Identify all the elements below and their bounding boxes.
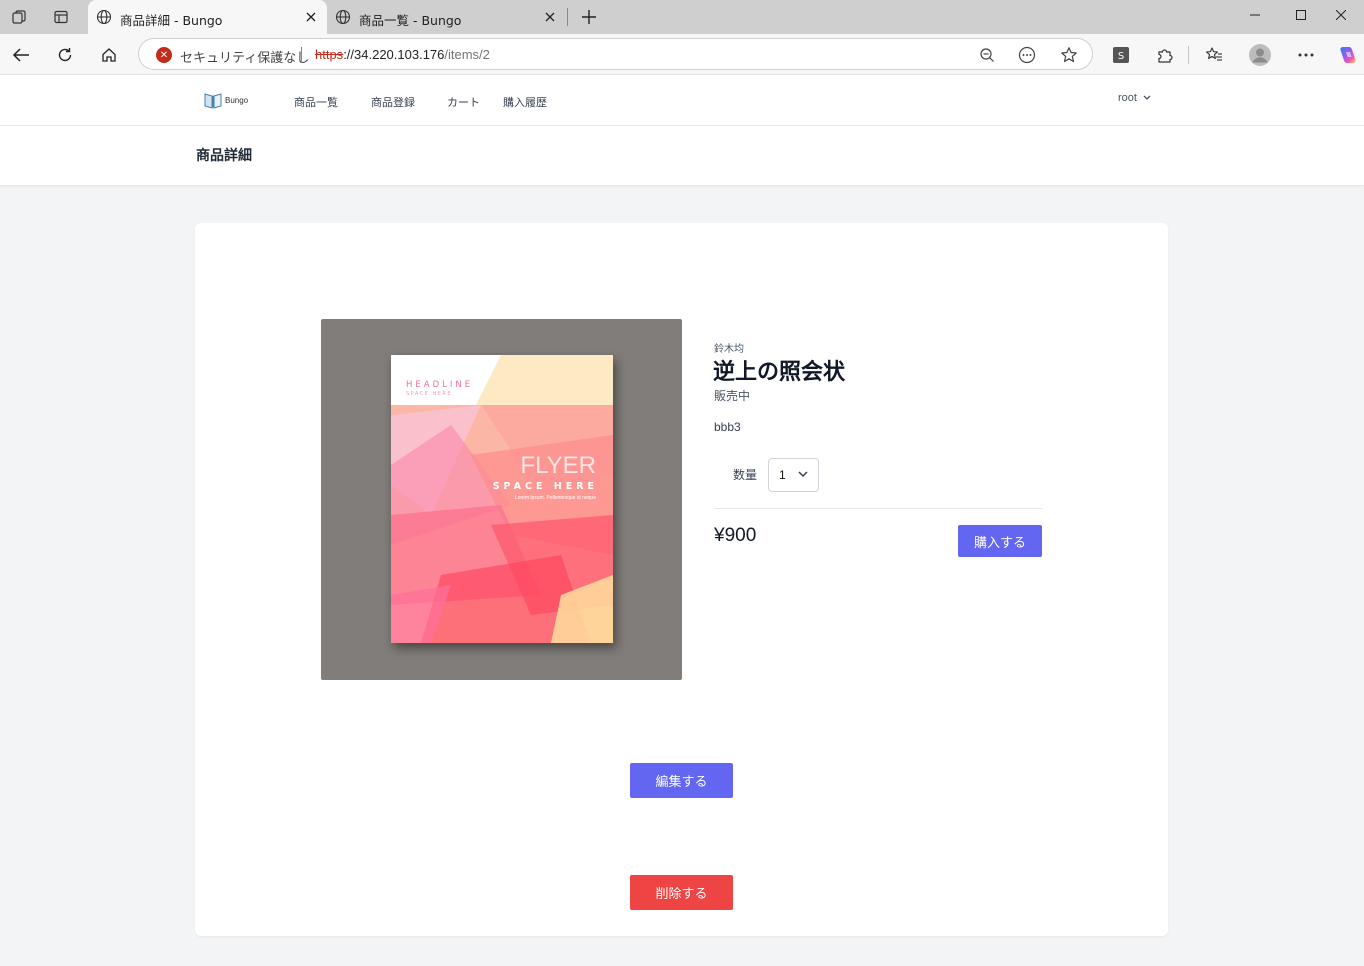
toolbar-separator xyxy=(1188,46,1189,64)
home-icon[interactable] xyxy=(95,41,123,69)
quantity-label: 数量 xyxy=(733,468,758,482)
address-separator xyxy=(301,47,302,63)
flyer-subhead: SPACE HERE xyxy=(406,391,452,397)
url-host: ://34.220.103.176 xyxy=(343,47,445,62)
page-header: 商品詳細 xyxy=(0,126,1364,185)
logo-text: Bungo xyxy=(225,95,249,105)
favorites-icon[interactable] xyxy=(1201,42,1227,68)
close-tab-icon[interactable] xyxy=(542,9,558,25)
nav-item-register[interactable]: 商品登録 xyxy=(371,94,415,110)
flyer-cover-image: HEADLINE SPACE HERE FLYER SPACE HERE Lor… xyxy=(391,355,613,643)
quantity-value: 1 xyxy=(779,468,786,482)
workspaces-icon[interactable] xyxy=(6,5,32,29)
chevron-down-icon xyxy=(798,471,808,478)
not-secure-icon[interactable]: ✕ xyxy=(156,47,172,63)
url-path: /items/2 xyxy=(444,47,490,62)
nav-purchase-history[interactable]: 購入履歴 xyxy=(503,94,547,110)
flyer-headline: HEADLINE xyxy=(406,380,473,390)
back-arrow-icon[interactable] xyxy=(7,41,35,69)
buy-button[interactable]: 購入する xyxy=(958,525,1042,557)
more-options-icon[interactable] xyxy=(1293,42,1319,68)
flyer-lorem: Lorem ipsum. Pellentesque id neque xyxy=(515,495,596,501)
chevron-down-icon xyxy=(1143,95,1151,100)
close-tab-icon[interactable] xyxy=(303,9,319,25)
refresh-icon[interactable] xyxy=(51,41,79,69)
svg-text:S: S xyxy=(1118,51,1124,62)
profile-avatar-icon[interactable] xyxy=(1247,42,1273,68)
favorite-star-icon[interactable] xyxy=(1059,45,1079,65)
flyer-title: FLYER xyxy=(520,452,596,479)
extensions-puzzle-icon[interactable] xyxy=(1152,42,1178,68)
minimize-icon[interactable] xyxy=(1232,0,1278,30)
edit-button[interactable]: 編集する xyxy=(630,763,733,798)
security-label[interactable]: セキュリティ保護なし xyxy=(180,47,309,66)
copilot-icon[interactable] xyxy=(1335,42,1361,68)
sale-status: 販売中 xyxy=(714,389,751,403)
book-logo-icon xyxy=(204,93,222,109)
url-scheme: https xyxy=(315,47,344,62)
tab-item-detail[interactable]: 商品詳細 - Bungo xyxy=(88,0,327,34)
browser-tab-bar: 商品詳細 - Bungo 商品一覧 - Bungo xyxy=(0,0,1364,34)
bungo-logo[interactable]: Bungo xyxy=(203,89,248,111)
nav-cart[interactable]: カート xyxy=(447,94,480,110)
tab-separator xyxy=(567,8,568,26)
item-description: bbb3 xyxy=(714,420,741,434)
nav-item-list[interactable]: 商品一覧 xyxy=(294,94,338,110)
divider xyxy=(714,508,1042,509)
browser-toolbar: ✕ セキュリティ保護なし https://34.220.103.176/item… xyxy=(0,34,1364,75)
tab-item-list[interactable]: 商品一覧 - Bungo xyxy=(327,0,566,34)
user-menu[interactable]: root xyxy=(1118,92,1151,104)
read-aloud-icon[interactable] xyxy=(1017,45,1037,65)
address-bar[interactable]: ✕ セキュリティ保護なし https://34.220.103.176/item… xyxy=(138,38,1093,70)
tab-actions-icon[interactable] xyxy=(48,5,74,29)
quantity-select[interactable]: 1 xyxy=(768,458,819,492)
page-title: 商品詳細 xyxy=(196,148,252,164)
product-card: HEADLINE SPACE HERE FLYER SPACE HERE Lor… xyxy=(195,223,1168,936)
site-navbar: Bungo 商品一覧 商品登録 カート 購入履歴 root xyxy=(0,75,1364,126)
price: ¥900 xyxy=(714,525,757,546)
url-text[interactable]: https://34.220.103.176/items/2 xyxy=(315,47,490,62)
delete-button[interactable]: 削除する xyxy=(630,875,733,910)
author-name: 鈴木均 xyxy=(714,344,744,355)
tab-title: 商品一覧 - Bungo xyxy=(359,13,462,28)
globe-icon xyxy=(96,9,112,25)
globe-icon xyxy=(335,9,351,25)
item-title: 逆上の照会状 xyxy=(713,360,846,385)
close-window-icon[interactable] xyxy=(1318,0,1364,30)
username: root xyxy=(1118,92,1137,104)
product-image: HEADLINE SPACE HERE FLYER SPACE HERE Lor… xyxy=(321,319,682,680)
zoom-out-icon[interactable] xyxy=(977,45,997,65)
flyer-space-here: SPACE HERE xyxy=(493,481,598,492)
extension-s-icon[interactable]: S xyxy=(1108,42,1134,68)
tab-title: 商品詳細 - Bungo xyxy=(120,13,223,28)
new-tab-icon[interactable] xyxy=(577,5,601,29)
